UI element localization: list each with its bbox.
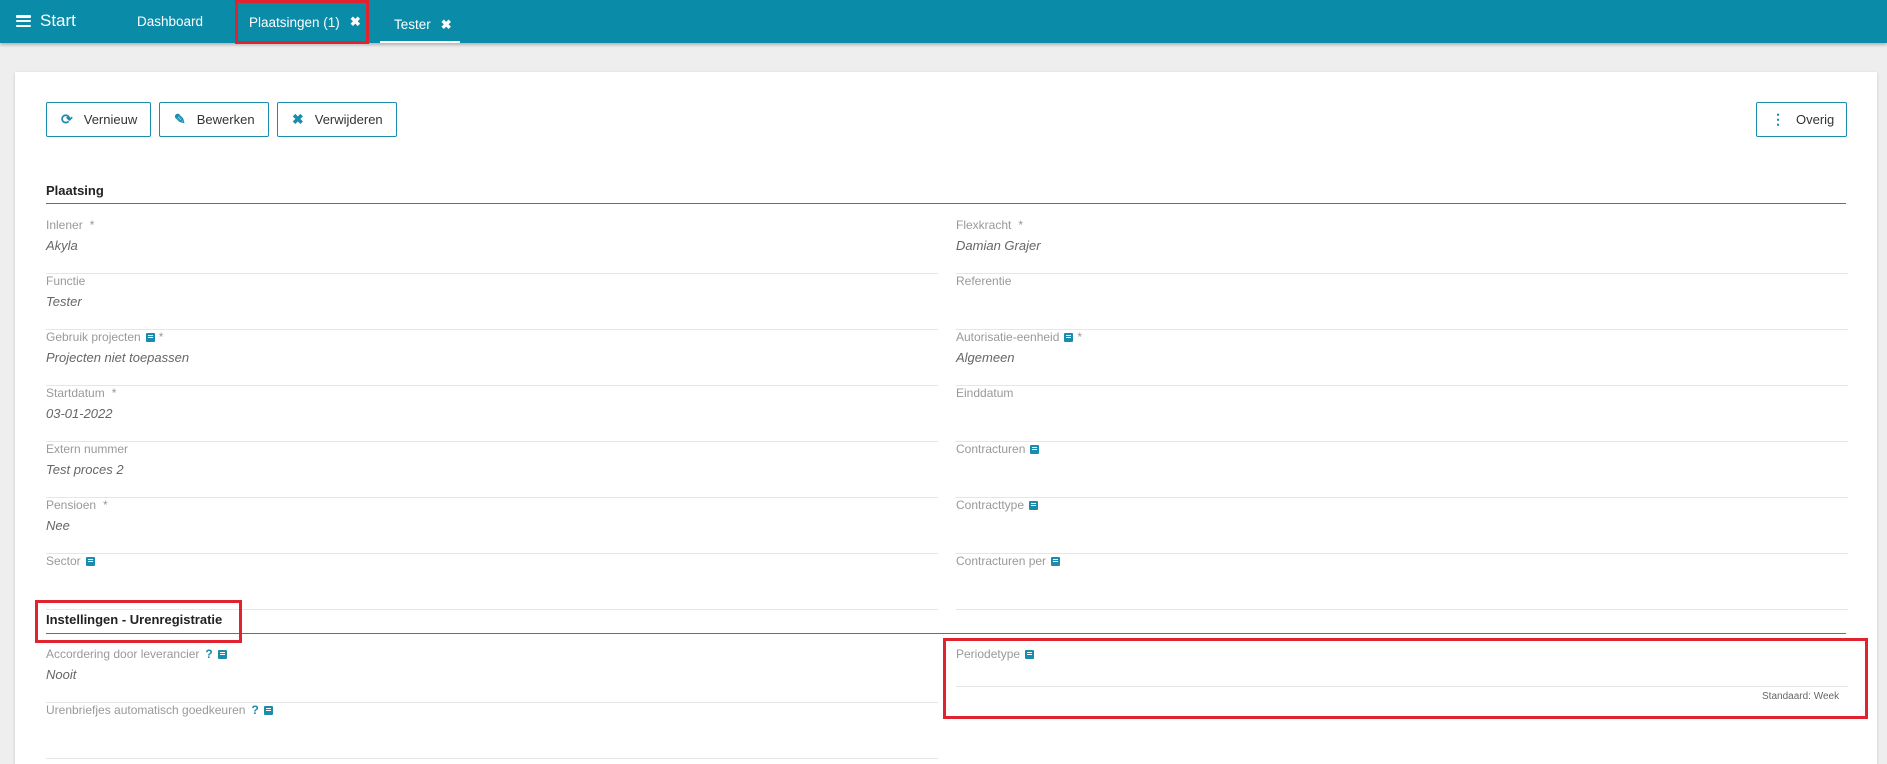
field-label: Urenbriefjes automatisch goedkeuren xyxy=(46,703,246,717)
required-marker: * xyxy=(158,330,164,344)
required-marker: * xyxy=(1018,218,1024,232)
field-label: Flexkracht xyxy=(956,218,1012,232)
field-value: Damian Grajer xyxy=(956,238,1041,253)
field-periodetype: Periodetype xyxy=(956,647,1848,687)
refresh-button[interactable]: ⟳ Vernieuw xyxy=(46,102,151,137)
field-label: Extern nummer xyxy=(46,442,129,456)
field-value: Akyla xyxy=(46,238,78,253)
field-value: Test proces 2 xyxy=(46,462,124,477)
field-contracttype: Contracttype xyxy=(956,498,1848,554)
field-label: Contracturen per xyxy=(956,554,1047,568)
start-label: Start xyxy=(40,11,76,30)
refresh-label: Vernieuw xyxy=(83,112,138,127)
nav-dashboard[interactable]: Dashboard xyxy=(137,14,203,29)
field-label: Gebruik projecten xyxy=(46,330,141,344)
field-functie: Functie Tester xyxy=(46,274,938,330)
section-title-plaatsing: Plaatsing xyxy=(46,183,104,198)
more-vertical-icon: ⋮ xyxy=(1771,111,1785,127)
delete-button[interactable]: ✖ Verwijderen xyxy=(277,102,397,137)
field-referentie: Referentie xyxy=(956,274,1848,330)
field-sector: Sector xyxy=(46,554,938,610)
help-icon[interactable]: ? xyxy=(251,703,258,717)
book-icon[interactable] xyxy=(1029,500,1039,510)
book-icon[interactable] xyxy=(263,705,273,715)
field-label: Accordering door leverancier xyxy=(46,647,200,661)
field-label: Contracttype xyxy=(956,498,1025,512)
field-label: Startdatum xyxy=(46,386,105,400)
more-label: Overig xyxy=(1796,112,1835,127)
required-marker: * xyxy=(103,498,108,512)
close-icon[interactable]: ✖ xyxy=(350,14,361,30)
required-marker: * xyxy=(111,386,117,400)
field-urenbriefjes-goedkeuren: Urenbriefjes automatisch goedkeuren? xyxy=(46,703,938,759)
field-contracturen-per: Contracturen per xyxy=(956,554,1848,610)
delete-label: Verwijderen xyxy=(314,112,383,127)
field-pensioen: Pensioen * Nee xyxy=(46,498,938,554)
book-icon[interactable] xyxy=(1051,556,1061,566)
more-button[interactable]: ⋮ Overig xyxy=(1756,102,1847,137)
field-label: Sector xyxy=(46,554,81,568)
field-label: Inlener xyxy=(46,218,83,232)
field-gebruik-projecten: Gebruik projecten * Projecten niet toepas… xyxy=(46,330,938,386)
field-value: 03-01-2022 xyxy=(46,406,113,421)
field-label: Referentie xyxy=(956,274,1012,288)
field-contracturen: Contracturen xyxy=(956,442,1848,498)
section-divider xyxy=(46,633,1846,634)
field-label: Einddatum xyxy=(956,386,1014,400)
tab-label: Tester xyxy=(394,17,431,32)
start-menu-button[interactable]: Start xyxy=(16,11,76,31)
book-icon[interactable] xyxy=(1025,649,1035,659)
book-icon[interactable] xyxy=(145,332,155,342)
help-icon[interactable]: ? xyxy=(205,647,212,661)
field-value: Nee xyxy=(46,518,70,533)
field-value: Projecten niet toepassen xyxy=(46,350,190,365)
default-hint: Standaard: Week xyxy=(1762,691,1840,702)
field-label: Pensioen xyxy=(46,498,97,512)
book-icon[interactable] xyxy=(1064,332,1074,342)
hamburger-icon xyxy=(16,15,31,27)
section-title-urenregistratie: Instellingen - Urenregistratie xyxy=(46,612,223,627)
pencil-icon: ✎ xyxy=(174,111,186,127)
book-icon[interactable] xyxy=(1030,444,1040,454)
book-icon[interactable] xyxy=(85,556,95,566)
edit-button[interactable]: ✎ Bewerken xyxy=(159,102,269,137)
book-icon[interactable] xyxy=(217,649,227,659)
required-marker: * xyxy=(89,218,95,232)
field-label: Autorisatie-eenheid xyxy=(956,330,1060,344)
edit-label: Bewerken xyxy=(196,112,255,127)
field-extern-nummer: Extern nummer Test proces 2 xyxy=(46,442,938,498)
field-startdatum: Startdatum * 03-01-2022 xyxy=(46,386,938,442)
tab-label: Plaatsingen (1) xyxy=(249,14,340,30)
field-label: Periodetype xyxy=(956,647,1021,661)
refresh-icon: ⟳ xyxy=(61,111,73,127)
tab-plaatsingen[interactable]: Plaatsingen (1) ✖ xyxy=(249,14,361,30)
section-divider xyxy=(46,203,1846,204)
field-flexkracht: Flexkracht * Damian Grajer xyxy=(956,218,1848,274)
field-accordering-leverancier: Accordering door leverancier? Nooit xyxy=(46,647,938,703)
close-icon[interactable]: ✖ xyxy=(441,17,452,33)
required-marker: * xyxy=(1077,330,1083,344)
field-value: Nooit xyxy=(46,667,77,682)
field-value: Algemeen xyxy=(956,350,1015,365)
top-bar: Start Dashboard Plaatsingen (1) ✖ Tester… xyxy=(0,0,1887,43)
delete-icon: ✖ xyxy=(292,111,304,127)
field-autorisatie-eenheid: Autorisatie-eenheid * Algemeen xyxy=(956,330,1848,386)
field-einddatum: Einddatum xyxy=(956,386,1848,442)
field-inlener: Inlener * Akyla xyxy=(46,218,938,274)
field-label: Contracturen xyxy=(956,442,1026,456)
tab-tester[interactable]: Tester ✖ xyxy=(380,17,460,43)
field-label: Functie xyxy=(46,274,86,288)
field-value: Tester xyxy=(46,294,82,309)
